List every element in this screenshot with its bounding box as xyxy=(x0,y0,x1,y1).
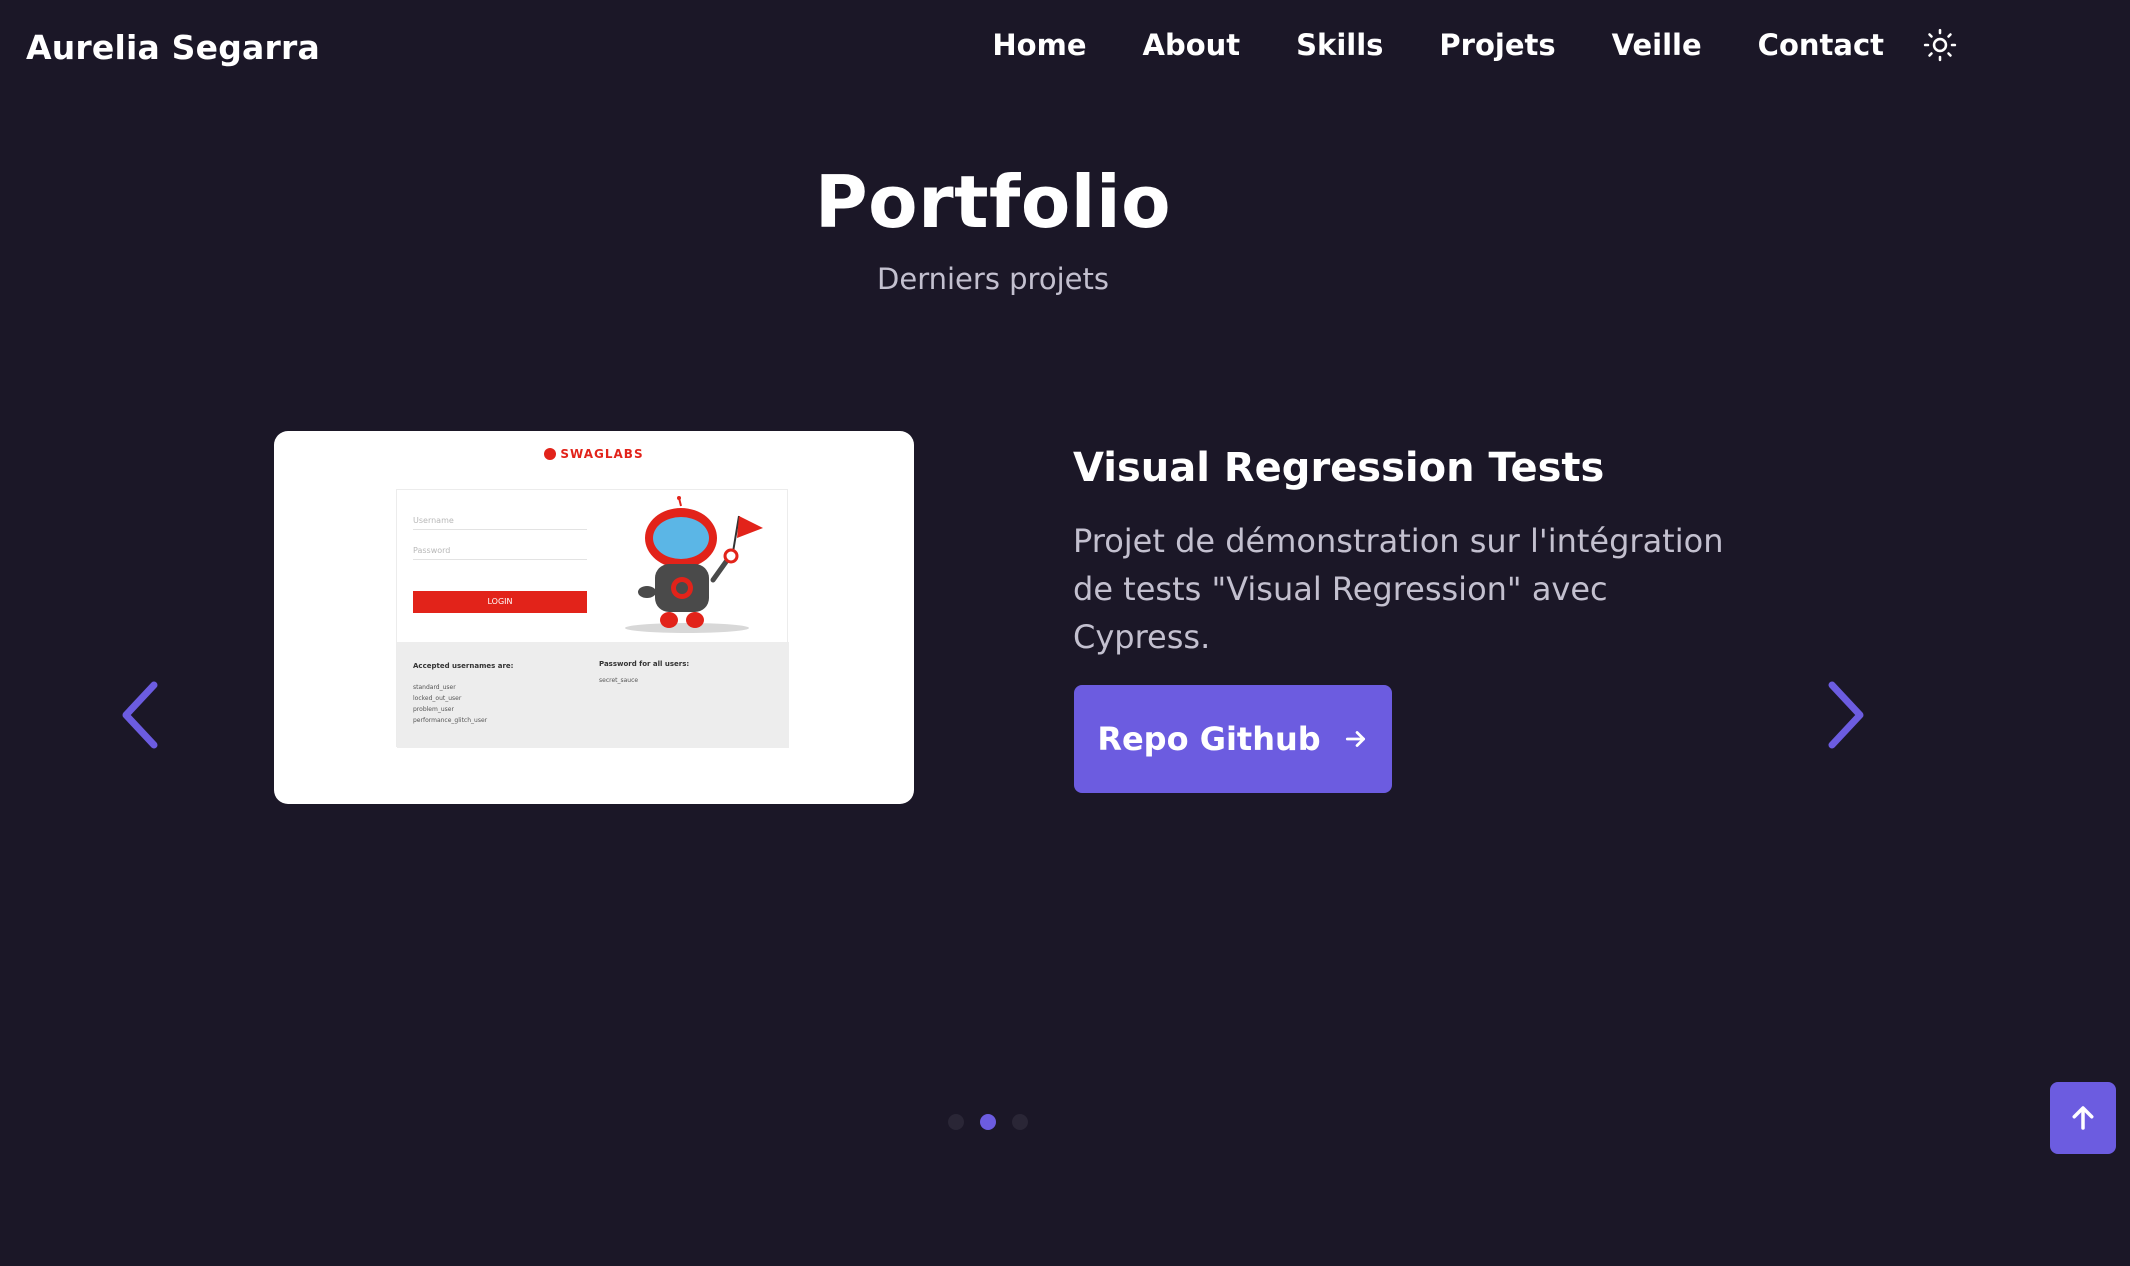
chevron-left-icon xyxy=(122,681,158,749)
screenshot-login-button: LOGIN xyxy=(413,591,587,613)
screenshot-login-panel: Username Password LOGIN Accepted usernam… xyxy=(396,489,789,748)
arrow-up-icon xyxy=(2072,1106,2094,1130)
project-screenshot: SWAGLABS Username Password LOGIN Accepte… xyxy=(274,431,914,804)
screenshot-usernames-heading: Accepted usernames are: xyxy=(413,662,514,670)
screenshot-credentials-info: Accepted usernames are: standard_user lo… xyxy=(397,642,789,748)
carousel-pagination xyxy=(948,1114,1028,1130)
carousel-dot-1[interactable] xyxy=(948,1114,964,1130)
screenshot-username-field: Username xyxy=(413,516,587,530)
swaglabs-logo-icon xyxy=(544,448,557,460)
screenshot-usernames-list: standard_user locked_out_user problem_us… xyxy=(413,684,488,724)
section-title: Portfolio xyxy=(814,160,1172,244)
site-header: Aurelia Segarra Home About Skills Projet… xyxy=(0,0,2130,100)
arrow-right-icon xyxy=(1345,731,1365,747)
brand-name[interactable]: Aurelia Segarra xyxy=(26,28,320,67)
robot-mascot-icon xyxy=(625,496,763,633)
repo-github-button[interactable]: Repo Github xyxy=(1074,685,1392,793)
nav-about[interactable]: About xyxy=(1143,28,1241,62)
screenshot-password-heading: Password for all users: xyxy=(599,660,690,668)
nav-projets[interactable]: Projets xyxy=(1439,28,1555,62)
theme-toggle-button[interactable] xyxy=(1920,25,1960,65)
nav-home[interactable]: Home xyxy=(992,28,1086,62)
repo-github-label: Repo Github xyxy=(1097,720,1321,758)
carousel-dot-3[interactable] xyxy=(1012,1114,1028,1130)
screenshot-password-value: secret_sauce xyxy=(599,677,639,684)
nav-veille[interactable]: Veille xyxy=(1612,28,1702,62)
chevron-right-icon xyxy=(1828,681,1864,749)
project-description: Projet de démonstration sur l'intégratio… xyxy=(1073,522,1724,656)
nav-skills[interactable]: Skills xyxy=(1296,28,1383,62)
main-nav: Home About Skills Projets Veille Contact xyxy=(992,25,1960,65)
carousel-prev-button[interactable] xyxy=(110,675,170,755)
sun-icon xyxy=(1923,28,1957,62)
carousel-next-button[interactable] xyxy=(1816,675,1876,755)
project-info: Visual Regression Tests Projet de démons… xyxy=(1073,445,1733,661)
project-title: Visual Regression Tests xyxy=(1073,445,1605,491)
nav-contact[interactable]: Contact xyxy=(1758,28,1884,62)
section-subtitle: Derniers projets xyxy=(877,262,1109,296)
screenshot-password-field: Password xyxy=(413,546,587,560)
screenshot-logo: SWAGLABS xyxy=(274,447,914,461)
scroll-top-button[interactable] xyxy=(2050,1082,2116,1154)
carousel-dot-2[interactable] xyxy=(980,1114,996,1130)
